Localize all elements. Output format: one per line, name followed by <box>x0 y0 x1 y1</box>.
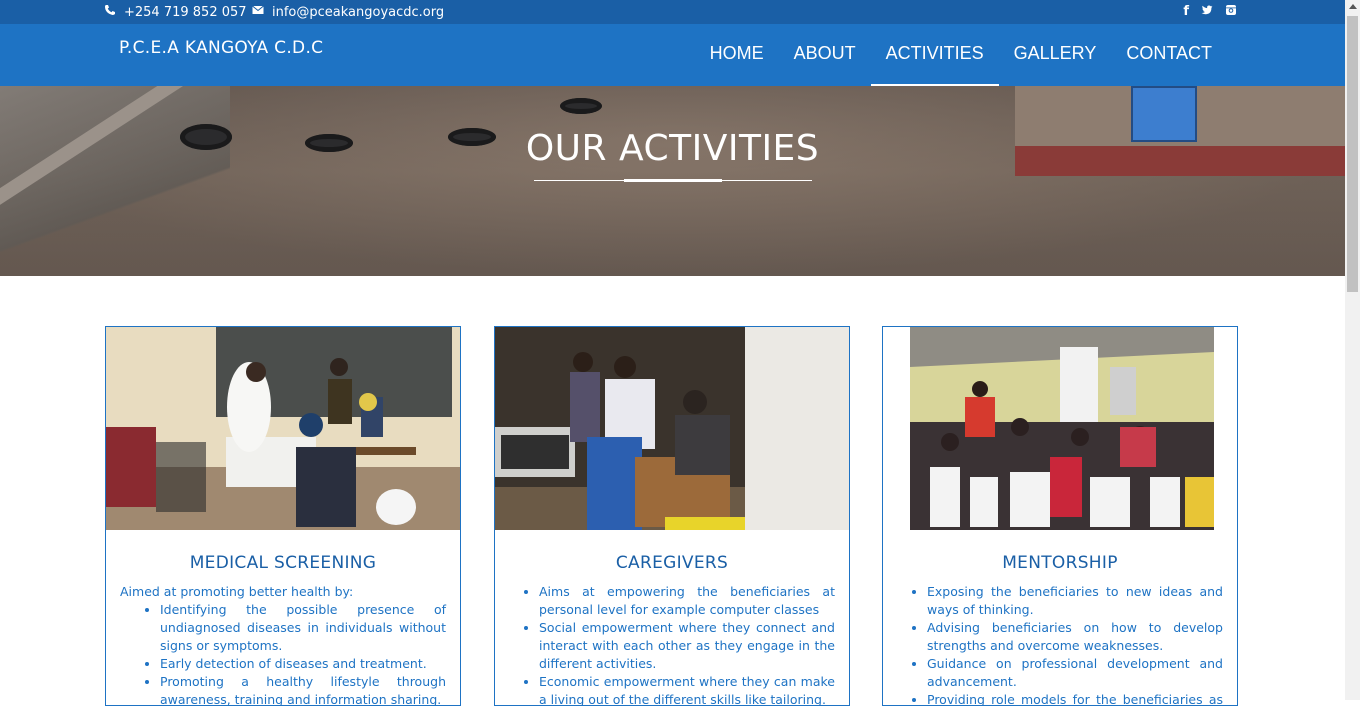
activity-card-medical: MEDICAL SCREENING Aimed at promoting bet… <box>105 326 461 706</box>
social-links: f <box>1183 4 1237 20</box>
card-list: Aims at empowering the beneficiaries at … <box>509 583 835 705</box>
activity-card-mentorship: MENTORSHIP Exposing the beneficiaries to… <box>882 326 1238 706</box>
envelope-icon <box>252 4 264 20</box>
page-scrollbar[interactable] <box>1345 0 1360 700</box>
list-item: Early detection of diseases and treatmen… <box>160 655 446 673</box>
email-address: info@pceakangoyacdc.org <box>272 4 445 20</box>
list-item: Economic empowerment where they can make… <box>539 673 835 705</box>
page-title: OUR ACTIVITIES <box>525 128 820 169</box>
mentorship-photo <box>910 327 1214 530</box>
main-navbar: P.C.E.A KANGOYA C.D.C HOME ABOUT ACTIVIT… <box>0 24 1345 86</box>
nav-menu: HOME ABOUT ACTIVITIES GALLERY CONTACT <box>695 24 1227 86</box>
activity-card-caregivers: CAREGIVERS Aims at empowering the benefi… <box>494 326 850 706</box>
facebook-icon[interactable]: f <box>1183 4 1189 20</box>
list-item: Social empowerment where they connect an… <box>539 619 835 673</box>
hero-banner: OUR ACTIVITIES <box>0 86 1345 276</box>
nav-home[interactable]: HOME <box>695 24 779 86</box>
list-item: Promoting a healthy lifestyle through aw… <box>160 673 446 705</box>
phone-icon <box>104 4 116 20</box>
site-brand[interactable]: P.C.E.A KANGOYA C.D.C <box>119 38 323 58</box>
twitter-icon[interactable] <box>1201 4 1213 20</box>
card-title: CAREGIVERS <box>615 553 729 573</box>
list-item: Identifying the possible presence of und… <box>160 601 446 655</box>
medical-screening-photo <box>106 327 460 530</box>
list-item: Exposing the beneficiaries to new ideas … <box>927 583 1223 619</box>
scrollbar-thumb[interactable] <box>1347 16 1358 292</box>
card-title: MENTORSHIP <box>1002 553 1118 573</box>
card-intro: Aimed at promoting better health by: <box>120 584 354 599</box>
nav-contact[interactable]: CONTACT <box>1111 24 1227 86</box>
top-info-bar: +254 719 852 057 info@pceakangoyacdc.org… <box>0 0 1345 24</box>
nav-activities[interactable]: ACTIVITIES <box>870 24 999 86</box>
caregivers-photo <box>495 327 849 530</box>
card-body: Aimed at promoting better health by: Ide… <box>120 583 446 705</box>
phone-contact[interactable]: +254 719 852 057 <box>104 4 247 20</box>
instagram-icon[interactable] <box>1225 4 1237 20</box>
phone-number: +254 719 852 057 <box>124 4 247 20</box>
card-body: Exposing the beneficiaries to new ideas … <box>897 583 1223 705</box>
tire-image <box>560 98 602 114</box>
list-item: Advising beneficiaries on how to develop… <box>927 619 1223 655</box>
list-item: Aims at empowering the beneficiaries at … <box>539 583 835 619</box>
card-list: Identifying the possible presence of und… <box>120 601 446 705</box>
list-item: Guidance on professional development and… <box>927 655 1223 691</box>
card-title: MEDICAL SCREENING <box>189 553 377 573</box>
card-body: Aims at empowering the beneficiaries at … <box>509 583 835 705</box>
nav-about[interactable]: ABOUT <box>779 24 871 86</box>
nav-gallery[interactable]: GALLERY <box>999 24 1112 86</box>
title-underline-accent <box>624 179 722 182</box>
list-item: Providing role models for the beneficiar… <box>927 691 1223 705</box>
card-list: Exposing the beneficiaries to new ideas … <box>897 583 1223 705</box>
email-contact[interactable]: info@pceakangoyacdc.org <box>252 4 444 20</box>
scroll-up-arrow-icon[interactable] <box>1349 4 1357 9</box>
